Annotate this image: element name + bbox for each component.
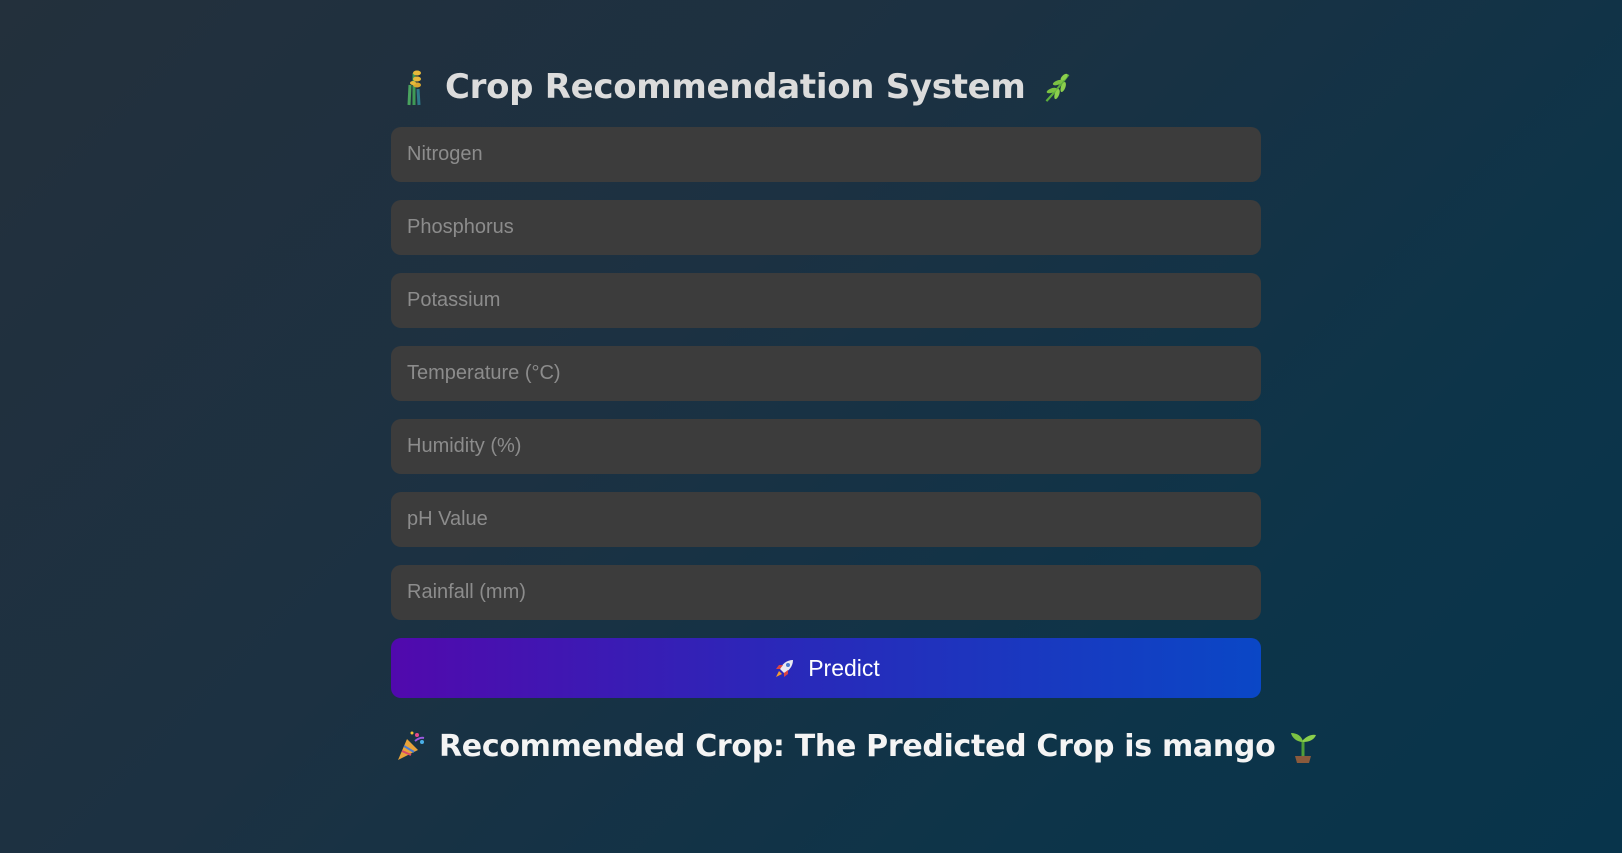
predict-button[interactable]: Predict (391, 638, 1261, 698)
main-container: Crop Recommendation System Nitrogen Phos… (391, 55, 1317, 766)
page-header: Crop Recommendation System (399, 55, 1261, 119)
phosphorus-input[interactable] (391, 200, 1261, 255)
result-message: Recommended Crop: The Predicted Crop is … (395, 726, 1317, 766)
ph-input[interactable] (391, 492, 1261, 547)
herb-icon (1042, 67, 1072, 107)
seedling-icon (1287, 726, 1319, 766)
potassium-input[interactable] (391, 273, 1261, 328)
nitrogen-input[interactable] (391, 127, 1261, 182)
result-text: Recommended Crop: The Predicted Crop is … (439, 728, 1276, 764)
crop-form: Predict (391, 127, 1261, 698)
wheat-icon (399, 67, 429, 107)
rainfall-input[interactable] (391, 565, 1261, 620)
page-title: Crop Recommendation System (445, 67, 1026, 107)
predict-button-label: Predict (808, 654, 880, 681)
rocket-icon (772, 655, 798, 681)
temperature-input[interactable] (391, 346, 1261, 401)
party-popper-icon (395, 726, 427, 766)
humidity-input[interactable] (391, 419, 1261, 474)
